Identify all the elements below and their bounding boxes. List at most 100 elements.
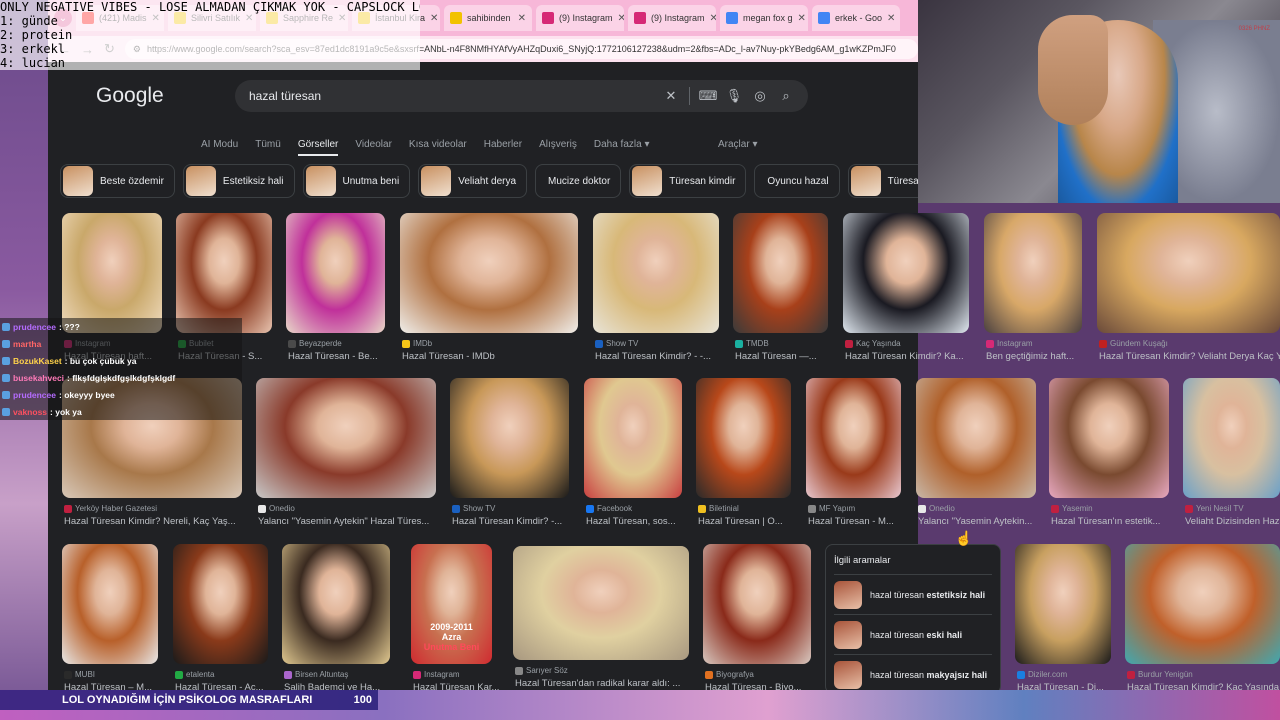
result-title[interactable]: Hazal Türesan - Be... (288, 351, 398, 362)
tab-ai-modu[interactable]: AI Modu (201, 139, 238, 150)
image-result[interactable] (62, 544, 158, 664)
image-result[interactable] (916, 378, 1036, 498)
result-title[interactable]: Hazal Türesan | O... (698, 516, 808, 527)
result-source[interactable]: Show TV (595, 339, 721, 348)
browser-tab[interactable]: megan fox g ✕ (720, 5, 808, 31)
result-source[interactable]: MUBI (64, 670, 160, 679)
related-chip[interactable]: Beste özdemir (60, 164, 175, 198)
browser-tab[interactable]: sahibinden ✕ (444, 5, 532, 31)
result-source[interactable]: Diziler.com (1017, 670, 1113, 679)
result-source[interactable]: Yeni Nesil TV (1185, 504, 1280, 513)
image-result[interactable] (1097, 213, 1280, 333)
close-icon[interactable]: ✕ (430, 13, 438, 24)
image-result[interactable] (286, 213, 385, 333)
image-result[interactable] (176, 213, 272, 333)
tab-daha-fazla-[interactable]: Daha fazla ▾ (594, 139, 650, 150)
search-icon[interactable]: ⌕ (778, 88, 794, 104)
result-source[interactable]: Facebook (586, 504, 684, 513)
image-result[interactable] (1049, 378, 1169, 498)
image-result[interactable] (400, 213, 578, 333)
image-result[interactable] (984, 213, 1082, 333)
result-source[interactable]: TMDB (735, 339, 830, 348)
related-search-item[interactable]: hazal türesan makyajsız hali (834, 654, 992, 694)
result-source[interactable]: etalenta (175, 670, 270, 679)
result-source[interactable]: Beyazperde (288, 339, 387, 348)
chat-username[interactable]: BozukKaset (13, 356, 62, 366)
image-result[interactable] (1125, 544, 1280, 664)
browser-tab[interactable]: (9) Instagram ✕ (628, 5, 716, 31)
result-title[interactable]: Hazal Türesan Kimdir? -... (452, 516, 571, 527)
image-result[interactable] (843, 213, 969, 333)
related-search-item[interactable]: hazal türesan eski hali (834, 614, 992, 654)
result-source[interactable]: Instagram (413, 670, 494, 679)
tab-haberler[interactable]: Haberler (484, 139, 522, 150)
close-icon[interactable]: ✕ (518, 13, 526, 24)
result-source[interactable]: Yerköy Haber Gazetesi (64, 504, 244, 513)
image-result[interactable] (513, 546, 689, 660)
result-source[interactable]: Kaç Yaşında (845, 339, 971, 348)
browser-tab[interactable]: erkek - Goo ✕ (812, 5, 900, 31)
close-icon[interactable]: ✕ (798, 13, 806, 24)
related-chip[interactable]: Estetiksiz hali (182, 164, 295, 198)
tab-al-veri-[interactable]: Alışveriş (539, 139, 577, 150)
image-result[interactable] (806, 378, 901, 498)
image-result[interactable] (703, 544, 811, 664)
google-logo[interactable]: Google (96, 84, 188, 108)
close-icon[interactable]: ✕ (618, 13, 624, 24)
lens-icon[interactable]: ◎ (752, 88, 768, 104)
clear-icon[interactable]: ✕ (663, 88, 679, 104)
result-source[interactable]: MF Yapım (808, 504, 903, 513)
result-title[interactable]: Hazal Türesan Kimdir? Ka... (845, 351, 971, 362)
related-chip[interactable]: Veliaht derya (418, 164, 528, 198)
tools-menu[interactable]: Araçlar ▾ (718, 139, 757, 150)
related-chip[interactable]: Oyuncu hazal (754, 164, 840, 198)
result-title[interactable]: Hazal Türesan - IMDb (402, 351, 580, 362)
image-result[interactable] (1183, 378, 1280, 498)
result-source[interactable]: Show TV (452, 504, 571, 513)
result-title[interactable]: Hazal Türesan Kimdir? - -... (595, 351, 721, 362)
close-icon[interactable]: ✕ (887, 13, 895, 24)
chat-username[interactable]: prudencee (13, 390, 56, 400)
image-result[interactable] (282, 544, 390, 664)
result-title[interactable]: Ben geçtiğimiz haft... (986, 351, 1096, 362)
result-title[interactable]: Veliaht Dizisinden Hazal... (1185, 516, 1280, 527)
chat-username[interactable]: martha (13, 339, 41, 349)
tab-k-sa-videolar[interactable]: Kısa videolar (409, 139, 467, 150)
tab-g-rseller[interactable]: Görseller (297, 139, 339, 156)
close-icon[interactable]: ✕ (710, 13, 716, 24)
image-result[interactable] (733, 213, 828, 333)
image-result[interactable] (1015, 544, 1111, 664)
related-chip[interactable]: Türesan kimdir (629, 164, 747, 198)
result-source[interactable]: Yasemin (1051, 504, 1171, 513)
image-result[interactable] (173, 544, 268, 664)
result-source[interactable]: Biyografya (705, 670, 813, 679)
result-source[interactable]: Gündem Kuşağı (1099, 339, 1280, 348)
tab-t-m-[interactable]: Tümü (255, 139, 281, 150)
image-result[interactable] (450, 378, 569, 498)
chat-username[interactable]: vaknoss (13, 407, 47, 417)
result-source[interactable]: Burdur Yenigün (1127, 670, 1280, 679)
keyboard-icon[interactable]: ⌨ (699, 88, 718, 104)
result-title[interactable]: Hazal Türesan, sos... (586, 516, 696, 527)
browser-tab[interactable]: (9) Instagram ✕ (536, 5, 624, 31)
result-title[interactable]: Hazal Türesan —... (735, 351, 845, 362)
related-chip[interactable]: Mucize doktor (535, 164, 622, 198)
image-result[interactable] (256, 378, 436, 498)
result-source[interactable]: Sarıyer Söz (515, 666, 691, 675)
chat-username[interactable]: prudencee (13, 322, 56, 332)
result-source[interactable]: Instagram (986, 339, 1084, 348)
search-input[interactable]: hazal türesan (249, 89, 653, 103)
result-title[interactable]: Hazal Türesan'dan radikal karar aldı: ..… (515, 678, 691, 689)
result-title[interactable]: Hazal Türesan - M... (808, 516, 918, 527)
result-title[interactable]: Hazal Türesan'ın estetik... (1051, 516, 1171, 527)
result-source[interactable]: Onedio (918, 504, 1038, 513)
result-source[interactable]: Onedio (258, 504, 438, 513)
image-result[interactable] (62, 213, 162, 333)
image-result[interactable] (593, 213, 719, 333)
result-title[interactable]: Hazal Türesan Kimdir? Nereli, Kaç Yaş... (64, 516, 244, 527)
result-title[interactable]: Hazal Türesan Kimdir? Veliaht Derya Kaç … (1099, 351, 1280, 362)
search-box[interactable]: hazal türesan ✕ ⌨ 🎙 ◎ ⌕ (235, 80, 808, 112)
related-chip[interactable]: Unutma beni (302, 164, 411, 198)
result-source[interactable]: Birsen Altuntaş (284, 670, 392, 679)
result-source[interactable]: IMDb (402, 339, 580, 348)
